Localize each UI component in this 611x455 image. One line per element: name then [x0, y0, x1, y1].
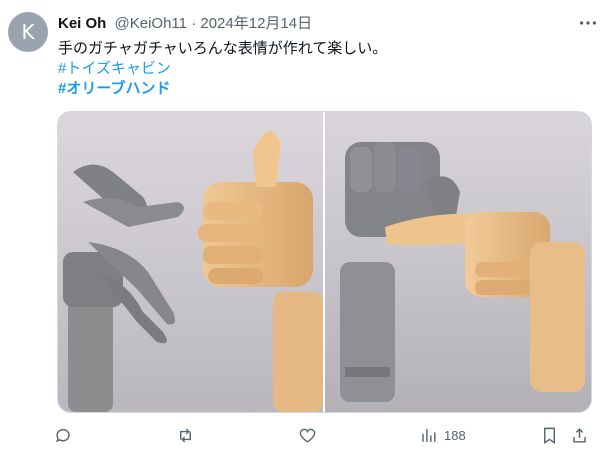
tweet-media	[57, 111, 592, 413]
tweet-text: 手のガチャガチャいろんな表情が作れて楽しい。	[58, 40, 388, 57]
views-button[interactable]: 188	[419, 420, 466, 450]
action-bar: 188	[52, 420, 592, 450]
retweet-icon	[180, 428, 191, 442]
reply-icon	[56, 428, 70, 442]
author-handle[interactable]: @KeiOh11	[115, 15, 188, 32]
hashtag-toys-cabin[interactable]: #トイズキャビン	[58, 58, 171, 80]
bookmark-icon	[544, 427, 555, 444]
more-icon[interactable]	[577, 12, 599, 34]
author-name[interactable]: Kei Oh	[58, 15, 106, 32]
avatar[interactable]: K	[8, 12, 48, 52]
avatar-letter: K	[21, 20, 35, 44]
share-button[interactable]	[570, 420, 589, 450]
bookmark-button[interactable]	[540, 420, 559, 450]
retweet-button[interactable]	[176, 420, 195, 450]
tweet-header: Kei Oh @KeiOh11 · 2024年12月14日	[58, 12, 599, 34]
share-icon	[573, 427, 586, 443]
views-icon	[422, 428, 436, 442]
like-icon	[299, 428, 316, 443]
hashtag-olive-hand[interactable]: #オリーブハンド	[58, 78, 170, 100]
media-photo-left[interactable]	[58, 112, 323, 412]
reply-button[interactable]	[54, 420, 73, 450]
media-photo-right[interactable]	[325, 112, 591, 412]
separator-dot: ·	[191, 15, 197, 32]
views-count: 188	[444, 427, 466, 443]
like-button[interactable]	[298, 420, 317, 450]
tweet-date[interactable]: 2024年12月14日	[200, 15, 312, 32]
